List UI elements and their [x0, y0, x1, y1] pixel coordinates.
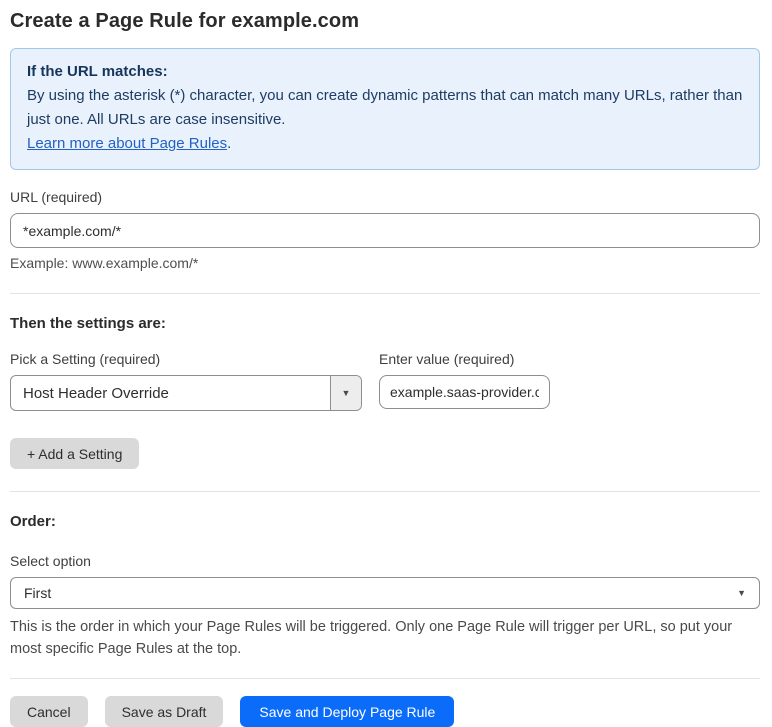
page-title: Create a Page Rule for example.com: [10, 10, 360, 32]
settings-section-heading: Then the settings are:: [10, 315, 166, 332]
pick-setting-select[interactable]: Host Header Override ▼: [10, 375, 362, 411]
divider: [10, 678, 760, 679]
save-draft-button[interactable]: Save as Draft: [104, 696, 224, 727]
learn-more-link[interactable]: Learn more about Page Rules: [27, 135, 227, 152]
url-label: URL (required): [10, 189, 103, 205]
order-select[interactable]: First ▼: [10, 577, 760, 609]
pick-setting-dropdown-button[interactable]: ▼: [330, 376, 361, 410]
save-deploy-button[interactable]: Save and Deploy Page Rule: [240, 696, 455, 727]
enter-value-label: Enter value (required): [379, 351, 515, 367]
pick-setting-selected-value: Host Header Override: [23, 384, 169, 402]
divider: [10, 293, 760, 294]
divider: [10, 491, 760, 492]
url-match-info-box: If the URL matches: By using the asteris…: [10, 48, 760, 170]
setting-value-input[interactable]: [379, 375, 550, 409]
setting-row: Pick a Setting (required) Host Header Ov…: [10, 332, 760, 411]
order-select-label: Select option: [10, 553, 91, 569]
url-example-text: Example: www.example.com/*: [10, 255, 199, 271]
enter-value-column: Enter value (required): [379, 342, 550, 409]
link-period: .: [227, 135, 232, 152]
info-box-body: By using the asterisk (*) character, you…: [27, 87, 743, 128]
order-help-text: This is the order in which your Page Rul…: [10, 619, 733, 657]
info-box-link-line: Learn more about Page Rules.: [27, 132, 743, 156]
pick-setting-column: Pick a Setting (required) Host Header Ov…: [10, 332, 362, 411]
caret-down-icon: ▼: [737, 587, 746, 598]
info-box-heading: If the URL matches:: [27, 63, 168, 80]
order-selected-value: First: [24, 585, 52, 601]
cancel-button[interactable]: Cancel: [10, 696, 88, 727]
add-setting-button[interactable]: + Add a Setting: [10, 438, 140, 469]
url-input[interactable]: [10, 213, 760, 248]
page-rule-form: Create a Page Rule for example.com If th…: [0, 0, 772, 727]
pick-setting-label: Pick a Setting (required): [10, 351, 161, 367]
order-section-heading: Order:: [10, 513, 56, 530]
footer-actions: Cancel Save as Draft Save and Deploy Pag…: [10, 696, 760, 727]
caret-down-icon: ▼: [341, 387, 351, 398]
